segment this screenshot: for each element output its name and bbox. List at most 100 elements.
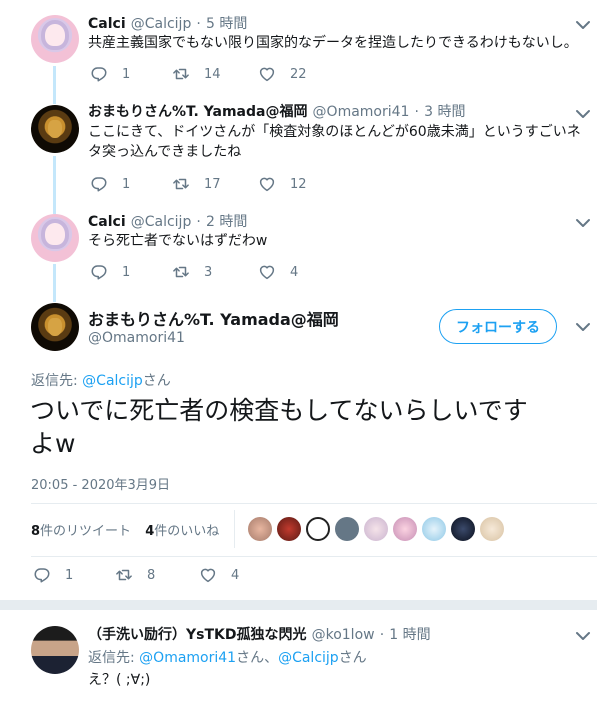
- tweet-timestamp[interactable]: 20:05 - 2020年3月9日: [31, 474, 170, 493]
- reply-button[interactable]: 1: [33, 566, 115, 584]
- like-stat-count: 4: [145, 524, 155, 539]
- author-handle[interactable]: @Calcijp: [131, 16, 192, 32]
- tweet-text-line: ついでに死亡者の検査もしてないらしいです: [30, 396, 528, 425]
- retweet-icon: [172, 175, 190, 193]
- heart-icon: [258, 65, 276, 83]
- avatar[interactable]: [335, 517, 359, 541]
- author-handle[interactable]: @Omamori41: [88, 330, 185, 346]
- author-handle[interactable]: @ko1low: [312, 627, 375, 643]
- reply-icon: [33, 566, 51, 584]
- reply-count: 1: [122, 264, 131, 280]
- tweet-time[interactable]: 3 時間: [424, 104, 465, 120]
- tweet-actions: 1 17 12: [90, 175, 307, 193]
- avatar[interactable]: [248, 517, 272, 541]
- chevron-down-icon[interactable]: [575, 108, 591, 120]
- author-name[interactable]: （手洗い励行）YsTKD孤独な閃光: [88, 627, 307, 643]
- retweet-stat-count: 8: [31, 524, 41, 539]
- section-divider: [0, 600, 597, 610]
- avatar[interactable]: [277, 517, 301, 541]
- retweet-count: 14: [204, 66, 221, 82]
- retweet-button[interactable]: 17: [172, 175, 258, 193]
- author-name[interactable]: おまもりさん%T. Yamada@福岡: [88, 306, 339, 330]
- like-count: 4: [290, 264, 299, 280]
- author-name[interactable]: Calci: [88, 214, 126, 230]
- tweet-text-line: ここにきて、ドイツさんが「検査対象のほとんどが60歳未満」というすごいネ: [88, 124, 581, 140]
- retweet-stat-label: 件のリツイート: [40, 524, 132, 539]
- avatar[interactable]: [393, 517, 417, 541]
- reply-icon: [90, 65, 108, 83]
- avatar[interactable]: [451, 517, 475, 541]
- like-button[interactable]: 22: [258, 65, 307, 83]
- avatar[interactable]: [364, 517, 388, 541]
- heart-icon: [258, 175, 276, 193]
- author-name[interactable]: Calci: [88, 16, 126, 32]
- tweet-time[interactable]: 1 時間: [389, 627, 430, 643]
- reply-count: 1: [65, 567, 74, 583]
- reply-to-link[interactable]: @Calcijp: [82, 373, 143, 389]
- like-count: 4: [231, 567, 240, 583]
- author-handle[interactable]: @Omamori41: [313, 104, 410, 120]
- tweet-actions: 1 14 22: [90, 65, 307, 83]
- reply-to-link[interactable]: @Calcijp: [278, 650, 339, 666]
- heart-icon: [199, 566, 217, 584]
- tweet-time[interactable]: 2 時間: [206, 214, 247, 230]
- like-button[interactable]: 4: [199, 566, 239, 584]
- retweet-button[interactable]: 3: [172, 263, 258, 281]
- reply-button[interactable]: 1: [90, 175, 172, 193]
- tweet-text: え？( ;∀;): [88, 672, 151, 688]
- tweet-actions: 1 3 4: [90, 263, 298, 281]
- chevron-down-icon[interactable]: [575, 630, 591, 642]
- divider: [31, 503, 597, 504]
- separator-dot: ·: [196, 16, 201, 32]
- author-name[interactable]: おまもりさん%T. Yamada@福岡: [88, 104, 307, 120]
- separator-dot: ·: [414, 104, 419, 120]
- like-count: 12: [290, 176, 307, 192]
- engagement-stats: 8件のリツイート 4件のいいね: [31, 520, 219, 539]
- thread-connector: [53, 66, 56, 104]
- retweet-count: 8: [147, 567, 156, 583]
- retweet-button[interactable]: 8: [115, 566, 199, 584]
- avatar[interactable]: [422, 517, 446, 541]
- reply-suffix: さん: [338, 650, 367, 666]
- avatar[interactable]: [480, 517, 504, 541]
- reply-mid: さん、: [236, 650, 279, 666]
- chevron-down-icon[interactable]: [575, 321, 591, 333]
- divider: [31, 556, 597, 557]
- reply-button[interactable]: 1: [90, 263, 172, 281]
- heart-icon: [258, 263, 276, 281]
- like-stat-label: 件のいいね: [154, 524, 220, 539]
- reply-button[interactable]: 1: [90, 65, 172, 83]
- retweet-button[interactable]: 14: [172, 65, 258, 83]
- avatar[interactable]: [31, 105, 79, 153]
- tweet-text: ついでに死亡者の検査もしてないらしいです よw: [30, 394, 528, 460]
- like-button[interactable]: 4: [258, 263, 298, 281]
- reply-suffix: さん: [142, 373, 171, 389]
- reply-icon: [90, 263, 108, 281]
- like-stat[interactable]: 4件のいいね: [145, 524, 219, 539]
- tweet-time[interactable]: 5 時間: [206, 16, 247, 32]
- chevron-down-icon[interactable]: [575, 217, 591, 229]
- reply-to-link[interactable]: @Omamori41: [139, 650, 236, 666]
- tweet-text: ここにきて、ドイツさんが「検査対象のほとんどが60歳未満」というすごいネ タ突っ…: [88, 122, 581, 162]
- like-button[interactable]: 12: [258, 175, 307, 193]
- separator-dot: ·: [196, 214, 201, 230]
- chevron-down-icon[interactable]: [575, 19, 591, 31]
- author-handle[interactable]: @Calcijp: [131, 214, 192, 230]
- avatar[interactable]: [31, 15, 79, 63]
- thread-connector: [53, 264, 56, 302]
- thread-connector: [53, 156, 56, 214]
- retweet-count: 17: [204, 176, 221, 192]
- retweet-stat[interactable]: 8件のリツイート: [31, 524, 131, 539]
- follow-button[interactable]: フォローする: [439, 309, 557, 344]
- avatar[interactable]: [31, 303, 79, 351]
- reply-context: 返信先: @Omamori41さん、@Calcijpさん: [88, 647, 367, 667]
- reply-prefix: 返信先:: [88, 650, 140, 666]
- avatar[interactable]: [31, 626, 79, 674]
- like-count: 22: [290, 66, 307, 82]
- reply-context: 返信先: @Calcijpさん: [31, 370, 171, 390]
- tweet-text-line: タ突っ込んできましたね: [88, 144, 242, 160]
- retweet-count: 3: [204, 264, 213, 280]
- avatar[interactable]: [31, 214, 79, 262]
- tweet-text: 共産主義国家でもない限り国家的なデータを捏造したりできるわけもないし。: [88, 35, 578, 51]
- avatar[interactable]: [306, 517, 330, 541]
